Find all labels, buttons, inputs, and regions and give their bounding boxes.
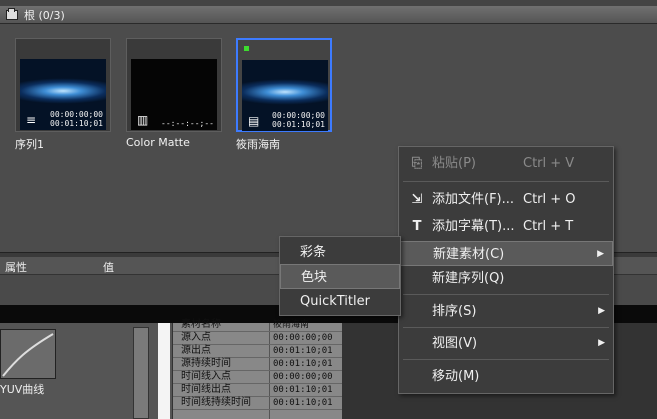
table-row: 源出点 00:01:10;01 xyxy=(173,345,343,358)
bin-title: 根 (0/3) xyxy=(24,8,65,22)
menu-item-add-title[interactable]: T 添加字幕(T)... Ctrl + T xyxy=(399,214,613,239)
context-menu: ⎘ 粘贴(P) Ctrl + V ⇲ 添加文件(F)... Ctrl + O T… xyxy=(398,146,614,394)
clip-frame: ▥ --:--:--;-- xyxy=(126,38,222,132)
menu-separator xyxy=(403,327,609,328)
clip-item-selected[interactable]: ▤ 00:00:00;00 00:01:10;01 筱雨海南 xyxy=(236,38,332,151)
menu-separator xyxy=(403,294,609,295)
paste-icon: ⎘ xyxy=(411,156,423,171)
sequence-icon: ≡ xyxy=(26,113,37,127)
table-row: 源持续时间 00:01:10;01 xyxy=(173,358,343,371)
clip-frame: ▤ 00:00:00;00 00:01:10;01 xyxy=(236,38,332,132)
clip-thumbnail: ≡ 00:00:00;00 00:01:10;01 xyxy=(20,59,106,130)
add-file-icon: ⇲ xyxy=(411,192,423,207)
clip-info-table: 素材名称 筱雨海南 源入点 00:00:00;00 源出点 00:01:10;01 源… xyxy=(172,319,343,419)
submenu-item-color-bars[interactable]: 彩条 xyxy=(280,240,400,265)
menu-item-new-material[interactable]: 新建素材(C) ▶ xyxy=(399,241,613,266)
bin-header: 根 (0/3) xyxy=(0,6,657,24)
menu-item-paste[interactable]: ⎘ 粘贴(P) Ctrl + V xyxy=(399,151,613,176)
clip-label: 序列1 xyxy=(15,138,44,151)
submenu-arrow-icon: ▶ xyxy=(597,249,604,259)
menu-item-move[interactable]: 移动(M) xyxy=(399,364,613,389)
clip-icon: ▤ xyxy=(248,114,260,128)
color-matte-icon: ▥ xyxy=(137,113,149,127)
scrollbar[interactable] xyxy=(133,327,149,419)
table-row: 素材名称 筱雨海南 xyxy=(173,319,343,332)
submenu-arrow-icon: ▶ xyxy=(598,338,605,348)
clip-timecode: 00:00:00;00 00:01:10;01 xyxy=(50,110,103,128)
menu-item-view[interactable]: 视图(V) ▶ xyxy=(399,331,613,356)
menu-separator xyxy=(403,181,609,182)
white-strip xyxy=(158,323,170,419)
clip-item[interactable]: ≡ 00:00:00;00 00:01:10;01 序列1 xyxy=(15,38,111,151)
clip-timecode: --:--:--;-- xyxy=(161,119,214,128)
clip-thumbnail: ▥ --:--:--;-- xyxy=(131,59,217,130)
submenu-arrow-icon: ▶ xyxy=(598,306,605,316)
yuv-curve-label: YUV曲线 xyxy=(0,383,45,396)
table-row: 时间线持续时间 00:01:10;01 xyxy=(173,397,343,410)
submenu-item-quicktitler[interactable]: QuickTitler xyxy=(280,289,400,314)
clip-thumbnail: ▤ 00:00:00;00 00:01:10;01 xyxy=(242,60,328,131)
table-row: 源入点 00:00:00;00 xyxy=(173,332,343,345)
folder-icon xyxy=(6,7,18,20)
clip-label: Color Matte xyxy=(126,136,190,149)
menu-item-new-sequence[interactable]: 新建序列(Q) xyxy=(399,266,613,291)
menu-separator xyxy=(403,359,609,360)
curve-icon xyxy=(2,333,54,377)
menu-item-add-file[interactable]: ⇲ 添加文件(F)... Ctrl + O xyxy=(399,187,613,212)
menu-item-sort[interactable]: 排序(S) ▶ xyxy=(399,299,613,324)
attr-column-header[interactable]: 属性 xyxy=(5,259,27,275)
clip-label: 筱雨海南 xyxy=(236,138,280,151)
table-row: 时间线入点 00:00:00;00 xyxy=(173,371,343,384)
title-icon: T xyxy=(412,219,422,234)
value-column-header[interactable]: 值 xyxy=(103,259,114,275)
new-material-submenu: 彩条 色块 QuickTitler xyxy=(279,236,401,316)
table-row: 时间线出点 00:01:10;01 xyxy=(173,384,343,397)
clip-item[interactable]: ▥ --:--:--;-- Color Matte xyxy=(126,38,222,149)
clip-frame: ≡ 00:00:00;00 00:01:10;01 xyxy=(15,38,111,132)
submenu-item-color-matte[interactable]: 色块 xyxy=(280,264,400,289)
online-indicator xyxy=(244,46,249,51)
yuv-curve-thumbnail[interactable] xyxy=(0,329,56,379)
clip-timecode: 00:00:00;00 00:01:10;01 xyxy=(272,111,325,129)
